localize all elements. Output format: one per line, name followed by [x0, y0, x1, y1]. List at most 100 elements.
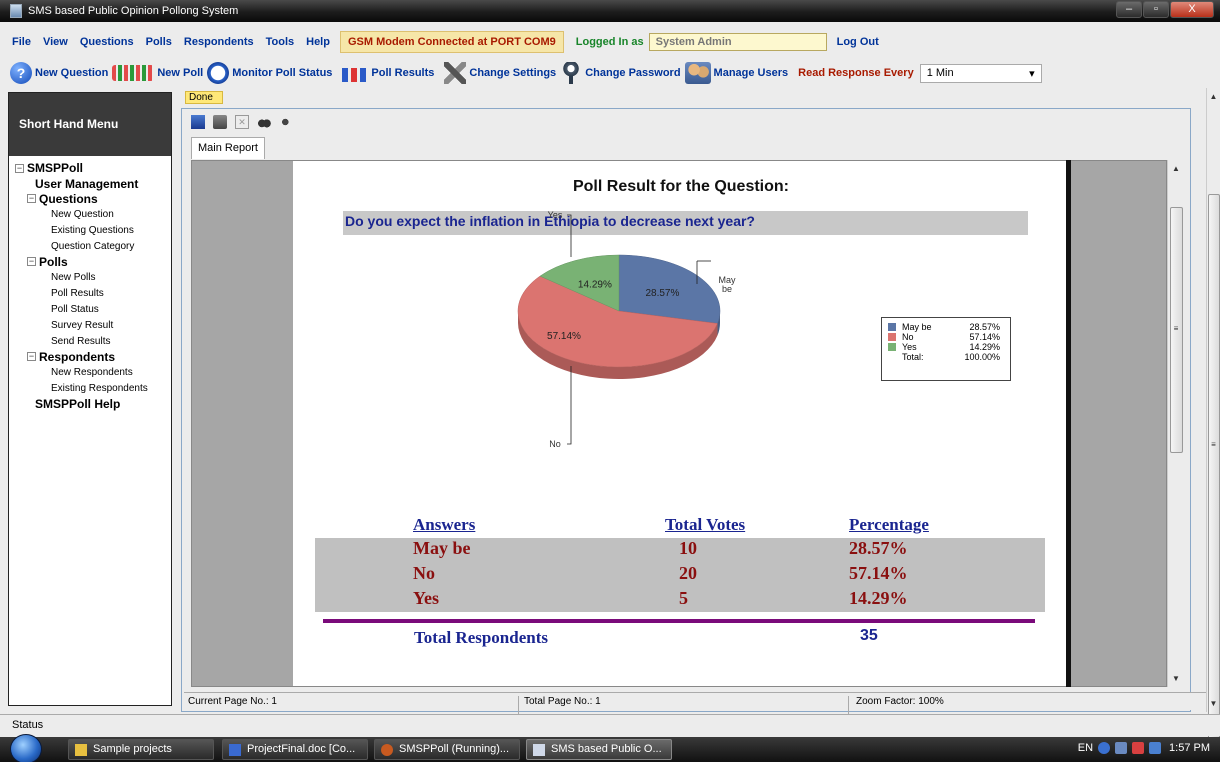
help-icon[interactable] [1098, 742, 1111, 754]
language-indicator[interactable]: EN [1078, 742, 1093, 754]
scroll-down-arrow[interactable]: ▼ [1168, 674, 1184, 683]
read-response-select[interactable]: 1 Min ▾ [919, 63, 1042, 83]
scroll-up-arrow[interactable]: ▲ [1168, 164, 1184, 173]
tree-question-category[interactable]: Question Category [15, 238, 171, 254]
logout-link[interactable]: Log Out [837, 36, 879, 48]
gsm-status: GSM Modem Connected at PORT COM9 [339, 31, 564, 53]
clock[interactable]: 1:57 PM [1169, 742, 1210, 754]
collapse-icon[interactable]: − [27, 352, 36, 361]
scroll-down-arrow[interactable]: ▼ [1207, 699, 1220, 708]
change-settings-button[interactable]: Change Settings [444, 62, 556, 84]
menu-tools[interactable]: Tools [266, 36, 295, 48]
toolbar: ? New Question New Poll Monitor Poll Sta… [0, 58, 1220, 88]
menu-file[interactable]: File [12, 36, 31, 48]
tree-new-respondents[interactable]: New Respondents [15, 364, 171, 380]
scroll-thumb[interactable] [1208, 194, 1220, 762]
current-page: Current Page No.: 1 [188, 696, 277, 707]
separator [518, 696, 519, 714]
maximize-button[interactable]: ▫ [1143, 1, 1169, 18]
zoom-icon[interactable] [279, 115, 293, 129]
legend-swatch [888, 343, 896, 351]
legend-row: No 57.14% [888, 332, 1004, 342]
short-hand-menu: Short Hand Menu − SMSPPoll User Managemen… [8, 92, 172, 706]
tree-polls[interactable]: − Polls [15, 254, 171, 269]
menu-questions[interactable]: Questions [80, 36, 134, 48]
col-header-percentage: Percentage [849, 515, 929, 534]
export-icon[interactable] [191, 115, 205, 129]
debug-icon [381, 744, 393, 756]
tree-root[interactable]: − SMSPPoll [15, 160, 171, 176]
volume-icon[interactable] [1149, 742, 1162, 754]
chevron-down-icon: ▾ [1029, 67, 1035, 80]
new-question-button[interactable]: ? New Question [10, 62, 108, 84]
tree-user-management[interactable]: User Management [15, 176, 171, 191]
tools-icon [444, 62, 467, 84]
collapse-icon[interactable]: − [27, 194, 36, 203]
report-scrollbar[interactable]: ▲ ≡ ▼ [1167, 160, 1184, 687]
tree-existing-questions[interactable]: Existing Questions [15, 222, 171, 238]
app-window-icon [533, 744, 545, 756]
antivirus-icon[interactable] [1132, 742, 1145, 754]
monitor-poll-status-button[interactable]: Monitor Poll Status [207, 62, 332, 84]
tree-questions[interactable]: − Questions [15, 191, 171, 206]
poll-results-label: Poll Results [371, 67, 435, 79]
task-button-active[interactable]: SMS based Public O... [526, 739, 672, 760]
tree-poll-status[interactable]: Poll Status [15, 301, 171, 317]
new-poll-button[interactable]: New Poll [112, 65, 203, 81]
system-tray: EN 1:57 PM [1078, 742, 1210, 754]
read-response-label: Read Response Every [798, 67, 914, 79]
folder-icon [75, 744, 87, 756]
change-settings-label: Change Settings [469, 67, 557, 79]
tree-smspoll-help[interactable]: SMSPPoll Help [15, 396, 171, 411]
tab-main-report[interactable]: Main Report [191, 137, 265, 159]
minimize-button[interactable]: – [1116, 1, 1142, 18]
zoom-factor: Zoom Factor: 100% [856, 696, 944, 707]
scroll-grip: ≡ [1211, 440, 1216, 449]
tree-new-polls[interactable]: New Polls [15, 269, 171, 285]
network-icon[interactable] [1115, 742, 1128, 754]
total-respondents-value: 35 [860, 627, 878, 644]
separator [848, 696, 849, 714]
tree-new-question[interactable]: New Question [15, 206, 171, 222]
print-icon[interactable] [213, 115, 227, 129]
task-button[interactable]: Sample projects [68, 739, 214, 760]
tree-existing-respondents[interactable]: Existing Respondents [15, 380, 171, 396]
menu-help[interactable]: Help [306, 36, 330, 48]
collapse-icon[interactable]: − [27, 257, 36, 266]
tree-survey-result[interactable]: Survey Result [15, 317, 171, 333]
manage-users-button[interactable]: Manage Users [684, 62, 788, 84]
tree-questions-label: Questions [39, 191, 98, 206]
poll-results-button[interactable]: Poll Results [342, 64, 434, 82]
change-password-button[interactable]: Change Password [560, 62, 681, 84]
report-statusbar: Current Page No.: 1 Total Page No.: 1 Zo… [184, 692, 1206, 714]
row-answer: Yes [413, 588, 439, 608]
callout-label: No [549, 439, 561, 449]
tree-poll-results[interactable]: Poll Results [15, 285, 171, 301]
menu-respondents[interactable]: Respondents [184, 36, 254, 48]
legend-total-label: Total: [902, 352, 924, 362]
tree-respondents[interactable]: − Respondents [15, 349, 171, 364]
callout-line [567, 214, 572, 257]
report-page: Poll Result for the Question: Do you exp… [293, 161, 1069, 686]
col-header-answers: Answers [413, 515, 476, 534]
total-pages: Total Page No.: 1 [524, 696, 601, 707]
task-label: ProjectFinal.doc [Co... [247, 743, 356, 755]
report-toolbar: ✕ [191, 115, 301, 129]
start-button[interactable] [10, 734, 42, 762]
task-button[interactable]: ProjectFinal.doc [Co... [222, 739, 368, 760]
people-icon [112, 65, 155, 81]
close-button[interactable]: X [1170, 1, 1214, 18]
taskbar: Sample projects ProjectFinal.doc [Co... … [0, 734, 1220, 762]
tree-send-results[interactable]: Send Results [15, 333, 171, 349]
window-scrollbar[interactable]: ▲ ≡ ▼ [1206, 88, 1220, 762]
report-preview: Poll Result for the Question: Do you exp… [191, 160, 1167, 687]
scroll-up-arrow[interactable]: ▲ [1207, 92, 1220, 101]
task-button[interactable]: SMSPPoll (Running)... [374, 739, 520, 760]
menu-view[interactable]: View [43, 36, 68, 48]
collapse-icon[interactable]: − [15, 163, 24, 173]
menu-polls[interactable]: Polls [146, 36, 172, 48]
row-votes: 20 [679, 563, 697, 583]
close-icon[interactable]: ✕ [235, 115, 249, 129]
menu-bar: File View Questions Polls Respondents To… [0, 30, 1220, 54]
find-icon[interactable] [257, 115, 271, 129]
